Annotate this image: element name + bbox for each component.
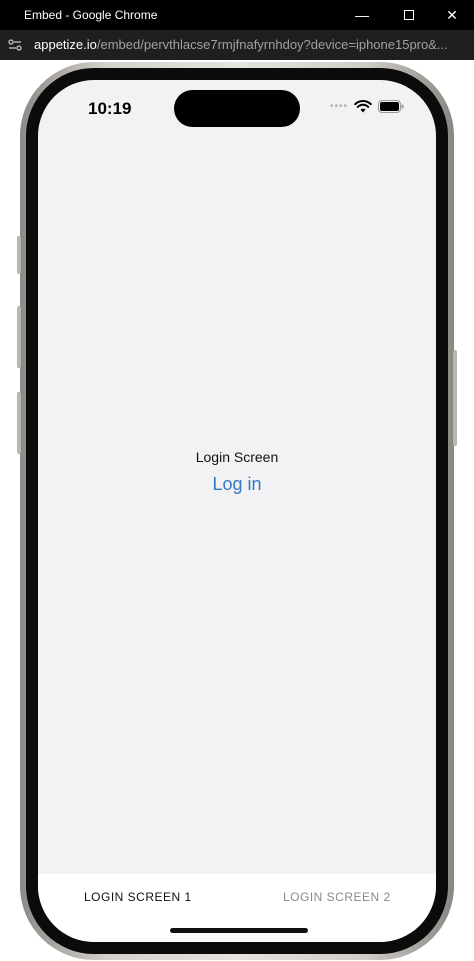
close-icon[interactable]: ✕ <box>432 0 472 30</box>
volume-up-button <box>17 306 21 368</box>
url-host: appetize.io <box>34 37 97 52</box>
login-screen-label: Login Screen <box>195 449 279 465</box>
status-time: 10:19 <box>88 99 132 118</box>
power-button <box>453 350 457 446</box>
window-title: Embed - Google Chrome <box>24 8 158 22</box>
volume-down-button <box>17 392 21 454</box>
battery-icon <box>378 100 404 113</box>
maximize-icon[interactable] <box>389 0 429 30</box>
site-settings-icon[interactable] <box>8 38 22 52</box>
device-screen: 10:19 •••• Login Screen Log in LOGIN SCR… <box>38 80 436 942</box>
browser-title-bar: Embed - Google Chrome — ✕ <box>0 0 474 30</box>
action-button <box>17 236 21 274</box>
dynamic-island <box>174 90 300 127</box>
home-indicator[interactable] <box>170 928 308 933</box>
url-text[interactable]: appetize.io/embed/pervthlacse7rmjfnafyrn… <box>34 37 448 52</box>
tab-bar: LOGIN SCREEN 1 LOGIN SCREEN 2 <box>38 874 436 942</box>
url-path: /embed/pervthlacse7rmjfnafyrnhdoy?device… <box>96 37 448 52</box>
tab-login-screen-2[interactable]: LOGIN SCREEN 2 <box>283 890 391 904</box>
status-icons: •••• <box>330 100 404 113</box>
address-bar[interactable]: appetize.io/embed/pervthlacse7rmjfnafyrn… <box>0 30 474 60</box>
cellular-signal-icon: •••• <box>329 101 348 112</box>
minimize-icon[interactable]: — <box>342 0 382 30</box>
wifi-icon <box>354 100 372 113</box>
tab-login-screen-1[interactable]: LOGIN SCREEN 1 <box>84 890 192 904</box>
log-in-button[interactable]: Log in <box>38 474 436 495</box>
